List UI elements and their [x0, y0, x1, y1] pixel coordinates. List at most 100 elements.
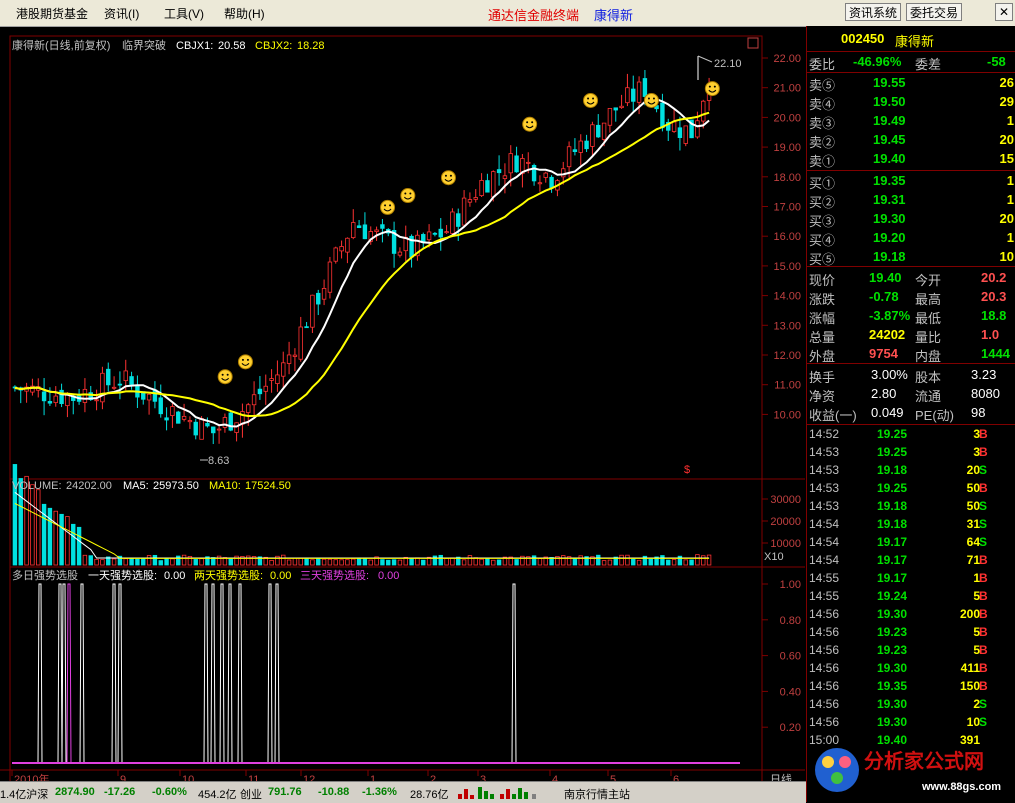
y-ticks-layer: 22.00 21.00 20.00 19.00 18.00 17.00 16.00 15.00…: [762, 53, 801, 734]
signal-tick-label: 0.60: [780, 651, 801, 663]
volume-ma10-line: [14, 502, 710, 559]
candle-body: [222, 417, 228, 428]
low-price-label: 8.63: [208, 455, 229, 467]
price-tick-label: 16.00: [773, 231, 801, 243]
signal-spike: [61, 583, 67, 764]
volume-bar: [660, 555, 665, 566]
volume-bar: [327, 558, 333, 566]
tick-time: 14:56: [809, 643, 840, 657]
candle-body: [304, 326, 309, 329]
signal-spike: [219, 583, 225, 764]
tick-direction: B: [979, 481, 988, 495]
candle-body: [613, 107, 618, 111]
bid-volume: 1: [1006, 230, 1014, 245]
cbjx1-value: 20.58: [218, 40, 246, 52]
close-icon[interactable]: ✕: [995, 3, 1013, 21]
menu-help-label: 帮助: [224, 7, 249, 21]
candle-body: [695, 120, 700, 138]
volume-bar: [316, 558, 321, 566]
ask-price[interactable]: 19.45: [873, 132, 906, 147]
menu-hk-futures[interactable]: 港股期货基金: [16, 5, 88, 22]
price-tick-label: 11.00: [774, 380, 801, 392]
tick-volume: 150: [959, 679, 980, 693]
bid-price[interactable]: 19.30: [873, 211, 906, 226]
tick-time: 14:55: [809, 589, 840, 603]
candle-body: [187, 420, 193, 423]
candle-body: [601, 122, 607, 140]
ma-lines-layer: [14, 98, 710, 428]
candle-body: [397, 251, 403, 256]
tick-time: 14:56: [809, 697, 840, 711]
candle-body: [566, 146, 572, 168]
candle-body: [176, 411, 181, 424]
signal-title: 多日强势选股: [12, 568, 78, 582]
ask-price[interactable]: 19.55: [873, 75, 906, 90]
tick-price: 19.30: [877, 607, 908, 621]
menu-news[interactable]: 资讯(I): [104, 5, 139, 22]
cy-amount: 28.76亿: [410, 789, 449, 801]
volume-bar: [47, 507, 53, 566]
candle-body: [123, 370, 128, 382]
signal-spike: [267, 583, 273, 764]
bid-price[interactable]: 19.31: [873, 192, 906, 207]
signal3-label: 三天强势选股:: [300, 569, 369, 582]
volume-bar: [123, 558, 128, 566]
signal-spike: [66, 583, 72, 764]
volume-bar: [531, 555, 537, 566]
candle-body: [100, 372, 105, 403]
station-name[interactable]: 南京行情主站: [564, 786, 630, 802]
smiley-icon: [400, 188, 416, 204]
bid-price[interactable]: 19.35: [873, 173, 906, 188]
tick-time: 14:53: [809, 499, 840, 513]
tick-price: 19.23: [877, 643, 908, 657]
volume-bar: [158, 560, 163, 566]
bid-price[interactable]: 19.20: [873, 230, 906, 245]
volume-bar: [286, 559, 292, 566]
bid-label: 买③: [809, 214, 836, 229]
candle-body: [298, 326, 303, 360]
tick-time: 14:52: [809, 427, 840, 441]
volume-bar: [491, 559, 496, 566]
chart-area[interactable]: 22.00 21.00 20.00 19.00 18.00 17.00 16.00 15.00…: [0, 26, 805, 801]
volume-bar: [170, 558, 175, 566]
ask-price[interactable]: 19.50: [873, 94, 906, 109]
weicha-label: 委差: [915, 57, 942, 72]
volume-bar: [228, 558, 233, 566]
tick-row: 14:53 19.25 3 B: [807, 444, 1015, 462]
tick-price: 19.30: [877, 715, 908, 729]
bid-volume: 1: [1006, 173, 1014, 188]
bid-label: 买⑤: [809, 252, 836, 267]
stat2-row: 净资 2.80 流通 8080: [807, 385, 1015, 404]
volume-bar: [216, 555, 222, 566]
candle-body: [596, 124, 601, 138]
candle-body: [561, 168, 566, 178]
trade-button[interactable]: 委托交易: [906, 3, 963, 21]
volume-bar: [671, 559, 677, 566]
ask-price[interactable]: 19.49: [873, 113, 906, 128]
menu-help[interactable]: 帮助(H): [224, 5, 265, 22]
candle-body: [216, 428, 222, 431]
expand-icon[interactable]: [747, 37, 759, 49]
volume-value: 24202.00: [66, 480, 112, 492]
ask-price[interactable]: 19.40: [873, 151, 906, 166]
volume-bar: [432, 555, 438, 566]
candle-body: [572, 149, 578, 153]
info-system-button[interactable]: 资讯系统: [845, 3, 902, 21]
stat-value: -0.78: [869, 289, 899, 304]
volume-bar: [292, 557, 298, 566]
market-breadth-icon: [458, 787, 536, 799]
stat-row: 涨幅 -3.87% 最低 18.8: [807, 307, 1015, 326]
ask-volume: 20: [999, 132, 1014, 147]
candle-body: [456, 213, 461, 227]
stat-label: 现价: [809, 273, 836, 288]
menu-tools[interactable]: 工具(V): [164, 5, 204, 22]
bid-price[interactable]: 19.18: [873, 249, 906, 264]
tick-price: 19.25: [877, 427, 908, 441]
bid-row: 买③ 19.30 20: [807, 210, 1015, 229]
candle-body: [683, 125, 688, 144]
tick-price: 19.24: [877, 589, 908, 603]
volume-unit: X10: [764, 551, 784, 563]
cy-pct: -1.36%: [362, 786, 397, 798]
candle-body: [246, 404, 251, 413]
stat-value-2: 20.3: [981, 289, 1007, 304]
